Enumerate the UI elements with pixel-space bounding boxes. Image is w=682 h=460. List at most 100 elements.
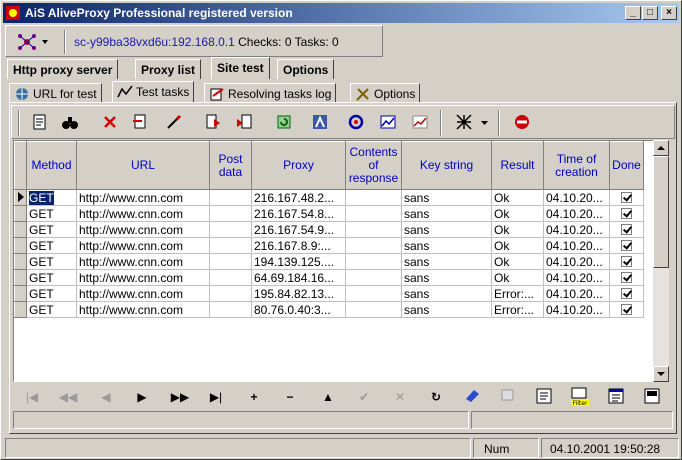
- tab-site-test[interactable]: Site test: [211, 57, 270, 79]
- delete-button[interactable]: [98, 110, 122, 134]
- filter-button[interactable]: Filter: [569, 387, 591, 407]
- cell-post-data[interactable]: [209, 253, 252, 270]
- done-checkbox[interactable]: [621, 287, 632, 299]
- cell-method[interactable]: GET: [26, 237, 77, 254]
- cell-time[interactable]: 04.10.20...: [543, 301, 610, 318]
- last-record-button[interactable]: ▶|: [205, 387, 227, 407]
- prior-record-button[interactable]: ◀: [95, 387, 117, 407]
- export-data-button[interactable]: [641, 387, 663, 407]
- print-button[interactable]: [533, 387, 555, 407]
- cell-post-data[interactable]: [209, 301, 252, 318]
- title-bar[interactable]: AiS AliveProxy Professional registered v…: [3, 3, 679, 23]
- done-checkbox[interactable]: [621, 223, 632, 235]
- row-indicator[interactable]: [14, 269, 27, 286]
- cell-post-data[interactable]: [209, 189, 252, 206]
- cell-contents[interactable]: [345, 237, 402, 254]
- maximize-button[interactable]: □: [642, 6, 658, 20]
- tab-resolving-tasks-log[interactable]: Resolving tasks log: [204, 83, 337, 103]
- cell-contents[interactable]: [345, 269, 402, 286]
- cell-time[interactable]: 04.10.20...: [543, 205, 610, 222]
- cell-key-string[interactable]: sans: [401, 237, 492, 254]
- first-record-button[interactable]: |◀: [21, 387, 43, 407]
- cell-result[interactable]: Error:...: [491, 285, 544, 302]
- edit-record-button[interactable]: ▲: [317, 387, 339, 407]
- tab-test-tasks[interactable]: Test tasks: [112, 81, 195, 103]
- tab-options[interactable]: Options: [277, 59, 335, 79]
- cell-method[interactable]: GET: [26, 269, 77, 286]
- cell-url[interactable]: http://www.cnn.com: [76, 237, 210, 254]
- cell-proxy[interactable]: 216.167.48.2...: [251, 189, 346, 206]
- test-tasks-grid[interactable]: Method URL Post data Proxy Contents of r…: [13, 140, 669, 382]
- cell-done[interactable]: [609, 189, 644, 206]
- tab-proxy-list[interactable]: Proxy list: [135, 59, 202, 79]
- column-header-method[interactable]: Method: [26, 141, 77, 190]
- table-row[interactable]: GET http://www.cnn.com 64.69.184.16... sans…: [14, 269, 644, 286]
- column-header-done[interactable]: Done: [609, 141, 644, 190]
- cell-time[interactable]: 04.10.20...: [543, 221, 610, 238]
- row-indicator[interactable]: [14, 285, 27, 302]
- cell-contents[interactable]: [345, 301, 402, 318]
- close-button[interactable]: ×: [661, 6, 677, 20]
- cell-key-string[interactable]: sans: [401, 189, 492, 206]
- cell-method[interactable]: GET: [26, 301, 77, 318]
- cell-proxy[interactable]: 195.84.82.13...: [251, 285, 346, 302]
- cell-proxy[interactable]: 80.76.0.40:3...: [251, 301, 346, 318]
- graph-red-button[interactable]: [408, 110, 432, 134]
- cell-proxy[interactable]: 194.139.125....: [251, 253, 346, 270]
- cell-method[interactable]: GET: [26, 253, 77, 270]
- cell-result[interactable]: Ok: [491, 269, 544, 286]
- cell-time[interactable]: 04.10.20...: [543, 237, 610, 254]
- cell-url[interactable]: http://www.cnn.com: [76, 205, 210, 222]
- table-row[interactable]: GET http://www.cnn.com 195.84.82.13... sans…: [14, 285, 644, 302]
- stop-button[interactable]: [510, 110, 534, 134]
- row-indicator[interactable]: [14, 253, 27, 270]
- import-button[interactable]: [232, 110, 256, 134]
- post-edit-button[interactable]: ✔: [353, 387, 375, 407]
- cell-done[interactable]: [609, 285, 644, 302]
- cell-done[interactable]: [609, 221, 644, 238]
- cell-key-string[interactable]: sans: [401, 285, 492, 302]
- row-indicator[interactable]: [14, 205, 27, 222]
- cell-post-data[interactable]: [209, 269, 252, 286]
- find-button[interactable]: [58, 110, 82, 134]
- cell-post-data[interactable]: [209, 237, 252, 254]
- done-checkbox[interactable]: [621, 239, 632, 251]
- cell-result[interactable]: Ok: [491, 189, 544, 206]
- eraser-button[interactable]: [461, 387, 483, 407]
- network-tools-dropdown[interactable]: [478, 110, 490, 134]
- report-button[interactable]: [605, 387, 627, 407]
- tab-sub-options[interactable]: Options: [350, 83, 421, 103]
- table-row[interactable]: GET http://www.cnn.com 216.167.48.2... sans…: [14, 189, 644, 206]
- column-header-key-string[interactable]: Key string: [401, 141, 492, 190]
- cell-done[interactable]: [609, 205, 644, 222]
- cell-done[interactable]: [609, 253, 644, 270]
- done-checkbox[interactable]: [621, 207, 632, 219]
- tab-url-for-test[interactable]: URL for test: [9, 83, 102, 103]
- table-row[interactable]: GET http://www.cnn.com 216.167.8.9:... sans…: [14, 237, 644, 254]
- cancel-edit-button[interactable]: ✕: [389, 387, 411, 407]
- next-record-button[interactable]: ▶: [131, 387, 153, 407]
- column-header-proxy[interactable]: Proxy: [251, 141, 346, 190]
- row-indicator[interactable]: [14, 189, 27, 206]
- column-header-time[interactable]: Time of creation: [543, 141, 610, 190]
- insert-record-button[interactable]: +: [243, 387, 265, 407]
- cell-method[interactable]: GET: [26, 285, 77, 302]
- scroll-thumb[interactable]: [653, 156, 669, 268]
- cell-key-string[interactable]: sans: [401, 205, 492, 222]
- minimize-button[interactable]: _: [625, 6, 641, 20]
- cell-method[interactable]: GET: [26, 205, 77, 222]
- resolve-button[interactable]: [344, 110, 368, 134]
- cell-contents[interactable]: [345, 189, 402, 206]
- cell-done[interactable]: [609, 269, 644, 286]
- done-checkbox[interactable]: [621, 303, 632, 315]
- cell-proxy[interactable]: 216.167.54.8...: [251, 205, 346, 222]
- done-checkbox[interactable]: [621, 271, 632, 283]
- column-header-contents[interactable]: Contents of response: [345, 141, 402, 190]
- graph-button[interactable]: [376, 110, 400, 134]
- row-indicator[interactable]: [14, 237, 27, 254]
- cell-method[interactable]: GET: [26, 189, 77, 206]
- cell-contents[interactable]: [345, 253, 402, 270]
- cell-url[interactable]: http://www.cnn.com: [76, 285, 210, 302]
- cell-key-string[interactable]: sans: [401, 269, 492, 286]
- cell-time[interactable]: 04.10.20...: [543, 253, 610, 270]
